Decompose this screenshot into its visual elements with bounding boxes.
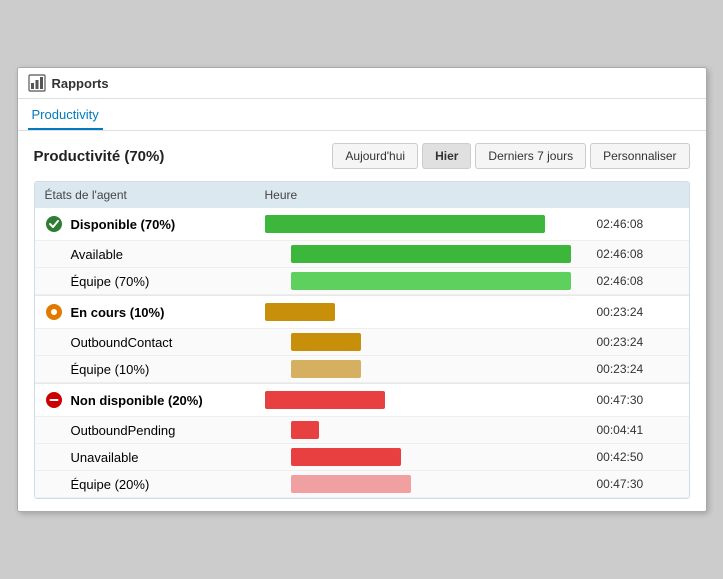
bar-outbound — [291, 333, 589, 351]
table-header: États de l'agent Heure — [35, 182, 689, 208]
tabs-bar: Productivity — [18, 99, 706, 131]
filter-buttons: Aujourd'hui Hier Derniers 7 jours Person… — [332, 143, 689, 169]
table-row: En cours (10%) 00:23:24 — [35, 296, 689, 329]
time-unavail: 00:47:30 — [589, 393, 679, 407]
col-time: Heure — [265, 188, 589, 202]
data-table: États de l'agent Heure Disponible (70%) — [34, 181, 690, 499]
time-unavail-team: 00:47:30 — [589, 477, 679, 491]
group-label-unavail: Non disponible (20%) — [45, 391, 265, 409]
sub-label-pending: OutboundPending — [71, 423, 291, 438]
unavailable-icon — [45, 391, 63, 409]
busy-icon — [45, 303, 63, 321]
time-unavailable: 00:42:50 — [589, 450, 679, 464]
page-title: Productivité (70%) — [34, 148, 165, 165]
filter-yesterday[interactable]: Hier — [422, 143, 471, 169]
chart-icon — [28, 74, 46, 92]
table-row: Équipe (10%) 00:23:24 — [35, 356, 689, 383]
title-bar: Rapports — [18, 68, 706, 99]
main-window: Rapports Productivity Productivité (70%)… — [17, 67, 707, 512]
bar-available — [265, 215, 589, 233]
bar-busy-team — [291, 360, 589, 378]
bar-available-fill — [265, 215, 545, 233]
sub-label-available: Available — [71, 247, 291, 262]
main-content: Productivité (70%) Aujourd'hui Hier Dern… — [18, 131, 706, 511]
bar-busy — [265, 303, 589, 321]
group-label-available: Disponible (70%) — [45, 215, 265, 233]
bar-available-team — [291, 272, 589, 290]
table-row: Équipe (70%) 02:46:08 — [35, 268, 689, 295]
content-header: Productivité (70%) Aujourd'hui Hier Dern… — [34, 143, 690, 169]
sub-label-unavailable: Unavailable — [71, 450, 291, 465]
time-pending: 00:04:41 — [589, 423, 679, 437]
filter-today[interactable]: Aujourd'hui — [332, 143, 418, 169]
group-label-busy: En cours (10%) — [45, 303, 265, 321]
bar-available-sub0 — [291, 245, 589, 263]
available-icon — [45, 215, 63, 233]
bar-unavail-team — [291, 475, 589, 493]
col-agent-state: États de l'agent — [45, 188, 265, 202]
time-busy-team: 00:23:24 — [589, 362, 679, 376]
sub-label-unavail-team: Équipe (20%) — [71, 477, 291, 492]
bar-unavailable — [291, 448, 589, 466]
table-row: Available 02:46:08 — [35, 241, 689, 268]
table-row: OutboundContact 00:23:24 — [35, 329, 689, 356]
filter-customize[interactable]: Personnaliser — [590, 143, 689, 169]
sub-label-outbound: OutboundContact — [71, 335, 291, 350]
window-title: Rapports — [52, 76, 109, 91]
table-body: Disponible (70%) 02:46:08 Available 02:4… — [35, 208, 689, 498]
time-available-team: 02:46:08 — [589, 274, 679, 288]
sub-label-available-team: Équipe (70%) — [71, 274, 291, 289]
time-busy: 00:23:24 — [589, 305, 679, 319]
table-row: OutboundPending 00:04:41 — [35, 417, 689, 444]
time-available: 02:46:08 — [589, 217, 679, 231]
tab-productivity[interactable]: Productivity — [28, 99, 103, 130]
table-row: Non disponible (20%) 00:47:30 — [35, 384, 689, 417]
sub-label-busy-team: Équipe (10%) — [71, 362, 291, 377]
time-outbound: 00:23:24 — [589, 335, 679, 349]
col-empty — [589, 188, 679, 202]
bar-unavail — [265, 391, 589, 409]
table-row: Équipe (20%) 00:47:30 — [35, 471, 689, 498]
time-available-sub0: 02:46:08 — [589, 247, 679, 261]
table-row: Unavailable 00:42:50 — [35, 444, 689, 471]
filter-7days[interactable]: Derniers 7 jours — [475, 143, 586, 169]
bar-pending — [291, 421, 589, 439]
table-row: Disponible (70%) 02:46:08 — [35, 208, 689, 241]
